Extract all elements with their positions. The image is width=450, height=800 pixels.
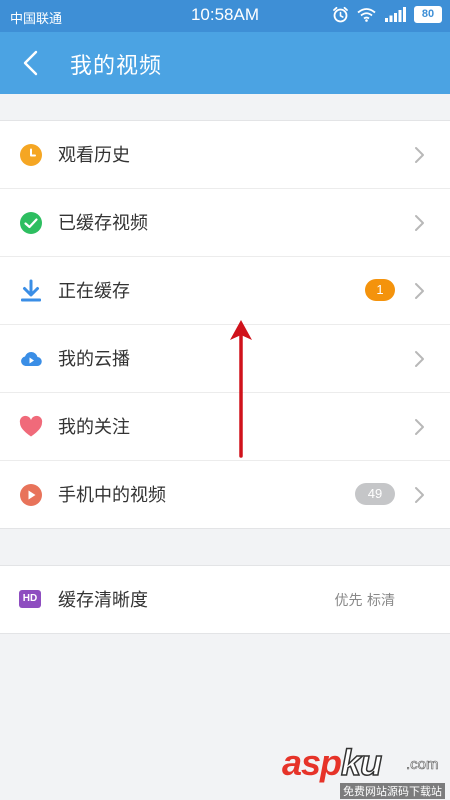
menu-item-label: 正在缓存 xyxy=(58,281,130,302)
menu-item-phone-videos[interactable]: 手机中的视频 49 xyxy=(0,461,450,528)
menu-item-label: 我的云播 xyxy=(58,349,130,370)
download-icon xyxy=(21,279,41,302)
page-title: 我的视频 xyxy=(70,54,163,79)
watermark-brand-ku: ku xyxy=(340,741,383,784)
chevron-right-icon xyxy=(415,215,424,231)
check-circle-icon xyxy=(20,212,42,234)
hd-icon: HD xyxy=(19,590,41,608)
watermark-subtitle: 免费网站源码下载站 xyxy=(340,783,445,799)
status-icons: 80 xyxy=(332,6,442,23)
setting-cache-quality[interactable]: HD 缓存清晰度 优先 标清 xyxy=(0,566,450,633)
chevron-right-icon xyxy=(415,487,424,503)
play-circle-icon xyxy=(20,484,42,506)
menu-item-cloud-play[interactable]: 我的云播 xyxy=(0,325,450,393)
setting-label: 缓存清晰度 xyxy=(58,590,148,611)
caching-count-badge: 1 xyxy=(365,279,395,301)
site-watermark: aspku .com 免费网站源码下载站 xyxy=(282,741,450,800)
menu-item-label: 已缓存视频 xyxy=(58,213,148,234)
heart-icon xyxy=(19,415,43,437)
cloud-play-icon xyxy=(21,352,42,367)
menu-item-label: 观看历史 xyxy=(58,145,130,166)
wifi-icon xyxy=(357,8,376,22)
menu-item-label: 手机中的视频 xyxy=(58,485,166,506)
menu-item-following[interactable]: 我的关注 xyxy=(0,393,450,461)
watermark-domain: .com xyxy=(406,756,439,774)
chevron-right-icon xyxy=(415,419,424,435)
status-bar: 中国联通 10:58AM 80 xyxy=(0,0,450,32)
setting-value: 优先 标清 xyxy=(334,593,395,609)
settings-list: HD 缓存清晰度 优先 标清 xyxy=(0,565,450,634)
alarm-icon xyxy=(333,6,348,23)
nav-bar: 我的视频 xyxy=(0,32,450,94)
menu-item-watch-history[interactable]: 观看历史 xyxy=(0,121,450,189)
signal-icon xyxy=(385,7,406,22)
chevron-right-icon xyxy=(415,147,424,163)
menu-item-caching[interactable]: 正在缓存 1 xyxy=(0,257,450,325)
chevron-right-icon xyxy=(415,283,424,299)
chevron-right-icon xyxy=(415,351,424,367)
phone-videos-count-badge: 49 xyxy=(355,483,395,505)
back-chevron-icon[interactable] xyxy=(18,49,46,77)
watermark-logo: aspku xyxy=(282,741,383,784)
battery-icon: 80 xyxy=(414,6,442,23)
watermark-brand-asp: asp xyxy=(282,742,342,783)
clock-icon xyxy=(20,144,42,166)
up-arrow-annotation xyxy=(230,320,252,458)
video-menu-list: 观看历史 已缓存视频 正在缓存 1 我的云播 我的关注 手机中的视频 49 xyxy=(0,120,450,529)
menu-item-label: 我的关注 xyxy=(58,417,130,438)
menu-item-cached-videos[interactable]: 已缓存视频 xyxy=(0,189,450,257)
